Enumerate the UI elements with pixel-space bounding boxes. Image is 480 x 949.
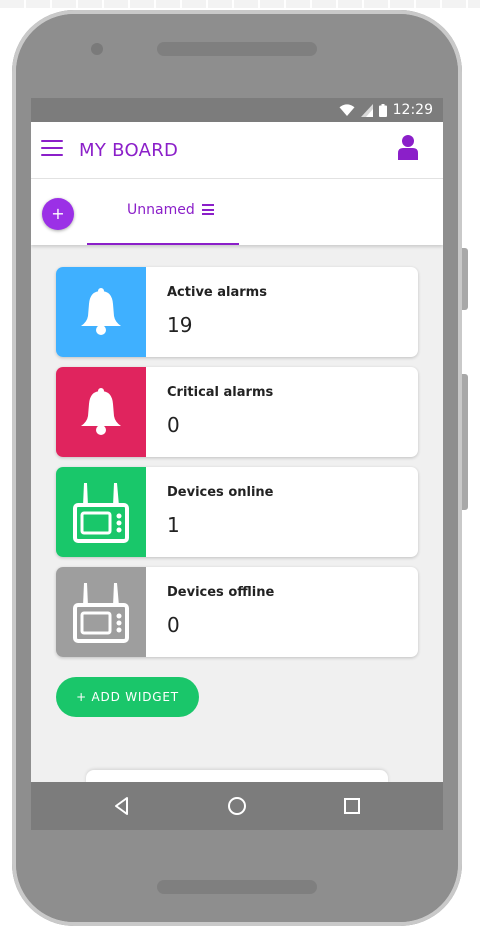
volume-button — [462, 248, 468, 310]
tab-unnamed[interactable]: Unnamed — [87, 179, 239, 245]
widget-value: 1 — [167, 513, 180, 537]
front-camera — [91, 43, 103, 55]
widget-icon-box — [56, 367, 146, 457]
user-icon[interactable] — [397, 134, 419, 160]
widget-value: 0 — [167, 613, 180, 637]
widget-label: Devices online — [167, 485, 274, 500]
widget-value: 0 — [167, 413, 180, 437]
widget-devices-online[interactable]: Devices online 1 — [56, 467, 418, 557]
bottom-speaker — [157, 880, 317, 894]
battery-icon — [378, 103, 387, 117]
power-button — [462, 374, 468, 510]
add-widget-button[interactable]: + ADD WIDGET — [56, 677, 199, 717]
widget-critical-alarms[interactable]: Critical alarms 0 — [56, 367, 418, 457]
widget-value: 19 — [167, 313, 193, 337]
widget-icon-box — [56, 467, 146, 557]
screen: 12:29 MY BOARD + Unnamed Active alarms 1… — [31, 98, 443, 830]
router-icon — [73, 483, 129, 543]
bell-icon — [81, 288, 121, 335]
home-icon[interactable] — [225, 794, 249, 818]
widget-icon-box — [56, 567, 146, 657]
widget-label: Active alarms — [167, 285, 267, 300]
background-grid — [0, 0, 480, 8]
navigation-bar — [31, 782, 443, 830]
recents-icon[interactable] — [340, 794, 364, 818]
widget-label: Devices offline — [167, 585, 275, 600]
tab-menu-icon[interactable] — [202, 204, 214, 215]
tab-label: Unnamed — [127, 202, 195, 218]
widget-devices-offline[interactable]: Devices offline 0 — [56, 567, 418, 657]
router-icon — [73, 583, 129, 643]
app-bar: MY BOARD — [31, 122, 443, 179]
widget-active-alarms[interactable]: Active alarms 19 — [56, 267, 418, 357]
widget-label: Critical alarms — [167, 385, 274, 400]
back-icon[interactable] — [110, 794, 134, 818]
status-bar: 12:29 — [31, 98, 443, 122]
widget-icon-box — [56, 267, 146, 357]
add-tab-button[interactable]: + — [42, 198, 74, 230]
bell-icon — [81, 388, 121, 435]
wifi-icon — [339, 103, 355, 116]
tab-bar: + Unnamed — [31, 179, 443, 245]
page-title: MY BOARD — [79, 140, 179, 161]
earpiece-speaker — [157, 42, 317, 56]
hamburger-icon[interactable] — [41, 140, 63, 158]
signal-icon — [360, 103, 373, 117]
status-time: 12:29 — [392, 102, 433, 118]
